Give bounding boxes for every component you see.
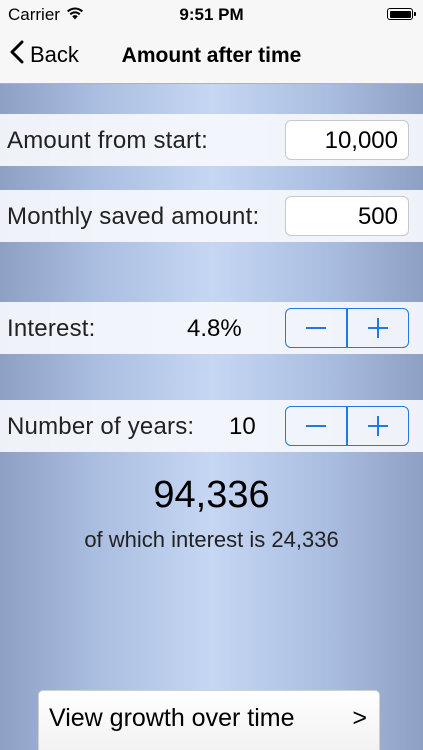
interest-increment-button[interactable] xyxy=(348,309,408,347)
battery-icon xyxy=(387,8,416,20)
monthly-amount-row: Monthly saved amount: 500 xyxy=(0,190,423,242)
years-value: 10 xyxy=(229,413,256,440)
battery-level xyxy=(389,10,411,18)
years-label: Number of years: xyxy=(7,413,195,440)
navigation-bar: Back Amount after time xyxy=(0,30,423,84)
start-amount-row: Amount from start: 10,000 xyxy=(0,114,423,166)
page-title: Amount after time xyxy=(0,44,423,68)
view-growth-button[interactable]: View growth over time > xyxy=(38,690,380,750)
interest-label: Interest: xyxy=(7,315,96,342)
start-amount-label: Amount from start: xyxy=(7,127,208,154)
monthly-amount-input[interactable]: 500 xyxy=(285,196,409,236)
plus-icon xyxy=(367,415,389,437)
years-row: Number of years: 10 xyxy=(0,400,423,452)
result-interest-text: of which interest is 24,336 xyxy=(84,527,339,552)
start-amount-input[interactable]: 10,000 xyxy=(285,120,409,160)
result-total: 94,336 xyxy=(153,474,270,516)
app-screen: Carrier 9:51 PM Back Amount after time A… xyxy=(0,0,423,750)
chevron-right-icon: > xyxy=(352,704,367,732)
years-increment-button[interactable] xyxy=(348,407,408,445)
years-stepper xyxy=(285,406,409,446)
years-decrement-button[interactable] xyxy=(286,407,346,445)
monthly-amount-label: Monthly saved amount: xyxy=(7,203,260,230)
status-bar: Carrier 9:51 PM xyxy=(0,0,423,30)
page-title-text: Amount after time xyxy=(121,44,302,67)
plus-icon xyxy=(367,317,389,339)
view-growth-label: View growth over time xyxy=(49,704,295,732)
interest-decrement-button[interactable] xyxy=(286,309,346,347)
minus-icon xyxy=(305,415,327,437)
status-time: 9:51 PM xyxy=(179,5,244,24)
interest-row: Interest: 4.8% xyxy=(0,302,423,354)
minus-icon xyxy=(305,317,327,339)
interest-stepper xyxy=(285,308,409,348)
interest-value: 4.8% xyxy=(187,315,242,342)
